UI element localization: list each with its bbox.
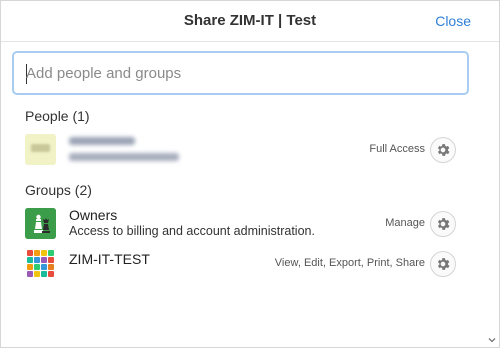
permission-label: Full Access [369,143,425,155]
chess-pieces-icon [25,208,56,239]
gear-icon [437,218,450,230]
redacted-email [69,153,179,161]
dialog-title: Share ZIM-IT | Test [183,12,317,29]
people-heading: People (1) [25,108,90,124]
scrollbar[interactable] [486,42,498,347]
redacted-name [69,137,135,145]
share-dialog: Share ZIM-IT | Test Close People (1) Ful… [0,0,500,348]
color-grid-icon [25,248,56,279]
dialog-header: Share ZIM-IT | Test Close [1,1,499,42]
add-people-input[interactable] [16,55,466,91]
gear-icon [437,144,450,156]
avatar [25,134,56,165]
add-people-field[interactable] [12,51,469,95]
group-row-zim-it-test[interactable]: ZIM-IT-TEST View, Edit, Export, Print, S… [25,247,481,281]
group-name: Owners [69,207,118,223]
zim-it-test-settings-button[interactable] [430,251,456,277]
close-button[interactable]: Close [435,13,471,29]
permission-label: View, Edit, Export, Print, Share [274,257,425,269]
permission-label: Manage [385,217,425,229]
person-settings-button[interactable] [430,137,456,163]
person-row[interactable]: Full Access [25,133,481,167]
group-name: ZIM-IT-TEST [69,251,150,267]
group-row-owners[interactable]: Owners Access to billing and account adm… [25,207,481,241]
groups-heading: Groups (2) [25,182,92,198]
chevron-down-icon[interactable] [488,336,496,344]
owners-settings-button[interactable] [430,211,456,237]
group-description: Access to billing and account administra… [69,224,315,238]
gear-icon [437,258,450,270]
